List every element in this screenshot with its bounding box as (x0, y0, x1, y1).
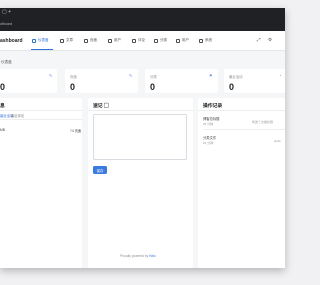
breadcrumb: 仪表盘 (1, 60, 12, 64)
nav-label: 评论 (138, 38, 145, 42)
brand-title: ashboard (0, 38, 23, 44)
panel-title: 速记 ▢ (93, 104, 109, 109)
activity-log-panel: 操作记录 博客总标题 26 分钟 修改了文章标题 分类文件 26 分钟 Hell… (198, 98, 285, 268)
expand-icon[interactable]: ⤢ (257, 37, 261, 42)
row-label: MB (0, 128, 5, 132)
browser-tab-icons[interactable]: ▢ + (2, 10, 11, 15)
nav-dashboard[interactable]: 仪表盘 (32, 38, 49, 43)
comment-icon (132, 38, 136, 43)
footer: Proudly powered by Halo (120, 254, 156, 258)
settings-icon[interactable]: ⚙ (268, 37, 272, 43)
browser-toolbar: ▢ + ofboard (0, 8, 285, 31)
document-icon (60, 38, 64, 43)
nav-label: 仪表盘 (38, 38, 49, 42)
browser-window: ▢ + ofboard ashboard 仪表盘 文章 页面 用户 评论 分类 (0, 8, 285, 268)
nav-categories[interactable]: 分类 (154, 38, 167, 43)
nav-label: 用户 (182, 38, 189, 42)
nav-system[interactable]: 系统 (199, 38, 212, 43)
info-panel: 息 最近活动 最近评论 MB 74 页面 (0, 98, 82, 268)
active-tab-indicator (31, 49, 53, 50)
nav-posts[interactable]: 文章 (60, 38, 73, 43)
gear-icon (199, 38, 203, 43)
nav-comments[interactable]: 评论 (132, 38, 145, 43)
stat-card-categories: 分类 ⚑ 0 (145, 69, 218, 93)
save-button[interactable]: 保存 (93, 166, 107, 174)
stat-card-posts: ✎ 0 (0, 69, 57, 93)
stat-value: 0 (150, 82, 156, 92)
activity-entry-time: 26 分钟 (203, 141, 214, 145)
activity-entry-detail: 修改了文章标题 (252, 120, 274, 124)
note-textarea[interactable] (93, 114, 187, 160)
nav-pages[interactable]: 页面 (84, 38, 97, 43)
divider (88, 110, 193, 111)
nav-label: 文章 (66, 38, 73, 42)
pen-icon: ✎ (49, 73, 53, 78)
pen-icon: ✎ (129, 73, 133, 78)
activity-entry-title: 分类文件 (203, 136, 217, 140)
tab-recent-comments[interactable]: 最近评论 (11, 113, 24, 118)
footer-text: Proudly powered by (120, 254, 150, 258)
folder-icon (154, 38, 158, 43)
stat-label: 分类 (150, 75, 157, 79)
divider (0, 110, 82, 111)
quick-note-panel: 速记 ▢ 保存 (88, 98, 193, 268)
activity-entry-title: 博客总标题 (203, 117, 220, 121)
user-icon (176, 38, 180, 43)
nav-label: 页面 (90, 38, 97, 42)
activity-entry-time: 26 分钟 (203, 122, 214, 126)
clock-icon: ◔ (279, 73, 282, 78)
page-icon (84, 38, 88, 43)
activity-entry-detail: Hello (274, 139, 281, 143)
app-header: ashboard 仪表盘 文章 页面 用户 评论 分类 用户 系统 ⤢ ⚙ (0, 31, 285, 51)
row-value: 74 页面 (70, 129, 82, 133)
stat-card-activity: 最近活动 ◔ 0 (224, 69, 285, 93)
panel-title: 息 (0, 104, 5, 109)
stat-value: 0 (70, 82, 76, 92)
divider (203, 129, 285, 130)
panel-title: 操作记录 (203, 104, 223, 109)
home-icon (32, 38, 36, 43)
divider (198, 110, 285, 111)
address-bar[interactable]: ofboard (0, 22, 12, 26)
stat-value: 0 (229, 82, 235, 92)
nav-user[interactable]: 用户 (176, 38, 189, 43)
nav-label: 用户 (114, 38, 121, 42)
nav-users[interactable]: 用户 (108, 38, 121, 43)
stat-label: 页面 (70, 75, 77, 79)
flag-icon: ⚑ (209, 73, 213, 78)
stat-card-pages: 页面 ✎ 0 (65, 69, 138, 93)
nav-label: 分类 (160, 38, 167, 42)
stat-label: 最近活动 (229, 75, 243, 79)
stat-value: 0 (0, 82, 6, 92)
footer-link[interactable]: Halo (149, 254, 156, 258)
divider (0, 119, 82, 120)
users-icon (108, 38, 112, 43)
nav-label: 系统 (205, 38, 212, 42)
